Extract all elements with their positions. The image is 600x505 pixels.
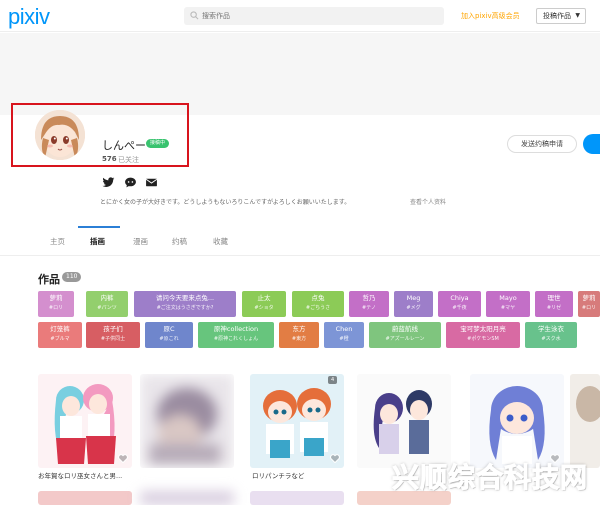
artwork-thumbnail[interactable]: [140, 374, 234, 468]
artwork-caption[interactable]: ロリパンチラなど: [252, 470, 304, 480]
profile-highlight-box: [11, 103, 189, 167]
tag-chip[interactable]: 学生泳衣 #スク水: [525, 322, 577, 348]
top-navigation-bar: pixiv 加入pixiv高级会员 投稿作品 ▼: [0, 0, 600, 32]
tag-chip[interactable]: 孩子们 #子供同士: [86, 322, 140, 348]
active-tab-indicator: [78, 226, 120, 228]
tag-chip[interactable]: 理世 #リゼ: [535, 291, 573, 317]
artwork-thumbnail[interactable]: [140, 491, 234, 505]
tag-chip[interactable]: 蔚蓝航线 #アズールレーン: [369, 322, 441, 348]
like-heart-icon[interactable]: [118, 454, 128, 463]
profile-tabs: 主页 插画 漫画 约稿 收藏: [0, 226, 600, 256]
tag-chip[interactable]: Chen #橙: [324, 322, 364, 348]
tag-chip[interactable]: Mayo #マヤ: [486, 291, 530, 317]
tag-chip[interactable]: 萝莉 #ロリ: [38, 291, 74, 317]
artwork-thumbnail[interactable]: [38, 491, 132, 505]
like-heart-icon[interactable]: [330, 454, 340, 463]
post-work-button[interactable]: 投稿作品 ▼: [536, 8, 586, 24]
following-label[interactable]: 已关注: [118, 155, 139, 165]
artwork-illustration: [357, 374, 451, 468]
request-commission-button[interactable]: 发送约稿申请: [507, 135, 577, 153]
search-input[interactable]: [184, 7, 444, 25]
site-watermark: 兴顺综合科技网: [392, 463, 588, 495]
view-profile-link[interactable]: 查看个人资料: [410, 197, 446, 206]
tag-chip[interactable]: 内裤 #パンツ: [86, 291, 128, 317]
artwork-caption[interactable]: お年賀なロリ巫女さんと男...: [38, 470, 122, 480]
tab-commissions[interactable]: 约稿: [172, 236, 187, 247]
artwork-thumbnail[interactable]: [250, 374, 344, 468]
page-count-badge: 4: [328, 376, 338, 384]
tag-chip[interactable]: 东方 #東方: [279, 322, 319, 348]
tag-chip[interactable]: 原C #原これ: [145, 322, 193, 348]
twitter-icon[interactable]: [102, 176, 115, 189]
artwork-illustration: [570, 374, 600, 468]
profile-bio: とにかく女の子が大好きです。どうしようもないろりこんですがよろしくお願いいたしま…: [100, 199, 351, 206]
following-count[interactable]: 576: [102, 155, 117, 163]
works-heading: 作品: [38, 273, 60, 286]
tag-chip[interactable]: Meg #メグ: [394, 291, 433, 317]
tab-bookmarks[interactable]: 收藏: [213, 236, 228, 247]
follow-button[interactable]: [583, 134, 600, 154]
artwork-illustration-blurred: [140, 374, 234, 468]
pixiv-logo[interactable]: pixiv: [8, 4, 50, 30]
premium-link[interactable]: 加入pixiv高级会员: [461, 11, 520, 21]
works-count-badge: 110: [62, 272, 82, 282]
tag-chip[interactable]: 哲乃 #テノ: [349, 291, 389, 317]
artwork-thumbnail[interactable]: [357, 374, 451, 468]
chevron-down-icon: ▼: [575, 12, 580, 19]
post-work-label: 投稿作品: [543, 12, 571, 20]
artwork-thumbnail[interactable]: [570, 374, 600, 468]
tag-chip[interactable]: 点兔 #ごちうさ: [292, 291, 344, 317]
artwork-thumbnail[interactable]: [38, 374, 132, 468]
tag-chip[interactable]: Chiya #千夜: [438, 291, 481, 317]
mail-icon[interactable]: [145, 176, 158, 189]
status-badge: 接稿中: [146, 139, 170, 148]
tag-chip[interactable]: 原神collection #原神これくしょん: [198, 322, 274, 348]
tab-home[interactable]: 主页: [50, 236, 65, 247]
tab-illustrations[interactable]: 插画: [90, 236, 105, 247]
search-icon: [190, 11, 199, 20]
tab-manga[interactable]: 漫画: [133, 236, 148, 247]
community-icon[interactable]: [124, 176, 137, 189]
tag-chip[interactable]: 请问今天要来点兔... #ご注文はうさぎですか?: [134, 291, 236, 317]
tag-chip[interactable]: 止太 #ショタ: [242, 291, 286, 317]
artwork-thumbnail[interactable]: [470, 374, 564, 468]
tag-chip[interactable]: 萝莉 #ロリ: [578, 291, 600, 317]
tag-chip[interactable]: 灯笼裤 #ブルマ: [38, 322, 82, 348]
username: しんぺー: [102, 139, 146, 152]
artwork-thumbnail[interactable]: [250, 491, 344, 505]
tag-chip[interactable]: 宝可梦太阳月亮 #ポケモンSM: [446, 322, 520, 348]
